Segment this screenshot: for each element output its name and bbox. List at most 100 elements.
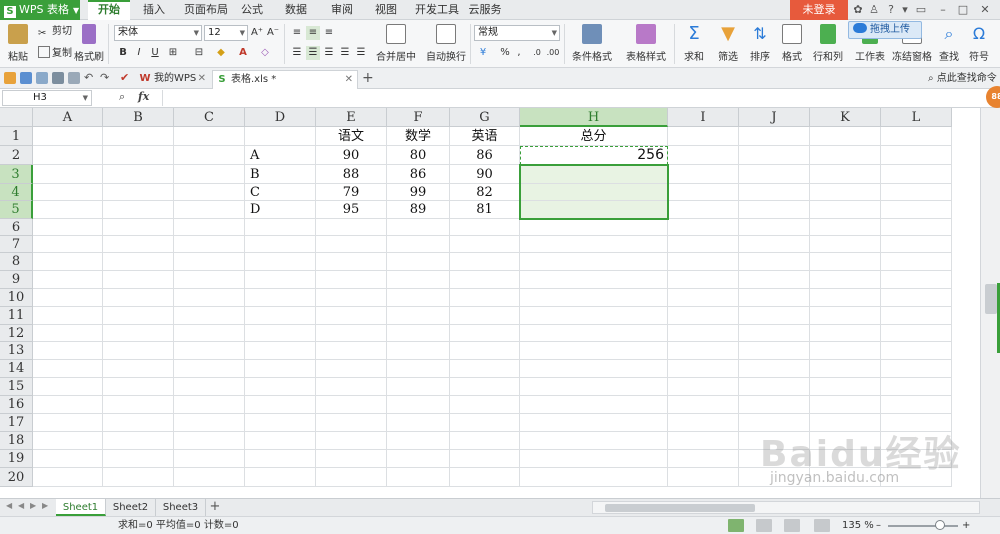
cell-b7[interactable] <box>103 236 174 253</box>
cell-c17[interactable] <box>174 414 245 432</box>
conditional-format-button[interactable]: 条件格式 <box>566 24 618 66</box>
cell-k12[interactable] <box>810 325 881 342</box>
italic-icon[interactable]: I <box>132 46 146 60</box>
cell-f6[interactable] <box>387 219 450 236</box>
cell-j13[interactable] <box>739 342 810 360</box>
cell-f17[interactable] <box>387 414 450 432</box>
cell-j5[interactable] <box>739 201 810 219</box>
tab-view[interactable]: 视图 <box>370 0 402 20</box>
font-name-select[interactable]: 宋体 ▼ <box>114 25 202 41</box>
row-header-15[interactable]: 15 <box>0 378 33 396</box>
cell-k11[interactable] <box>810 307 881 325</box>
cell-i5[interactable] <box>668 201 739 219</box>
cell-i13[interactable] <box>668 342 739 360</box>
cell-h11[interactable] <box>520 307 668 325</box>
cell-c8[interactable] <box>174 253 245 271</box>
cell-d5[interactable]: D <box>245 201 316 219</box>
decrease-decimal-icon[interactable]: .00 <box>546 46 560 60</box>
cell-j3[interactable] <box>739 165 810 184</box>
paste-button[interactable]: 粘贴 <box>2 24 34 66</box>
cell-b20[interactable] <box>103 468 174 487</box>
cell-d11[interactable] <box>245 307 316 325</box>
cell-h6[interactable] <box>520 219 668 236</box>
align-top-icon[interactable]: ≡ <box>290 26 304 40</box>
cell-h16[interactable] <box>520 396 668 414</box>
cell-f12[interactable] <box>387 325 450 342</box>
cell-l2[interactable] <box>881 146 952 165</box>
cell-i1[interactable] <box>668 127 739 146</box>
normal-view-icon[interactable] <box>728 519 744 532</box>
cell-j10[interactable] <box>739 289 810 307</box>
new-tab-icon[interactable]: + <box>362 71 374 85</box>
cell-i3[interactable] <box>668 165 739 184</box>
cell-a9[interactable] <box>33 271 103 289</box>
cell-a18[interactable] <box>33 432 103 450</box>
eye-protect-icon[interactable] <box>814 519 830 532</box>
cell-e17[interactable] <box>316 414 387 432</box>
cell-b8[interactable] <box>103 253 174 271</box>
column-header-f[interactable]: F <box>387 108 450 127</box>
restore-icon[interactable]: ▭ <box>914 2 928 18</box>
skin-icon[interactable]: ✿ <box>852 2 864 18</box>
currency-icon[interactable]: ¥ <box>476 46 490 60</box>
cell-e2[interactable]: 90 <box>316 146 387 165</box>
column-header-i[interactable]: I <box>668 108 739 127</box>
cell-f18[interactable] <box>387 432 450 450</box>
wrap-text-button[interactable]: 自动换行 <box>422 24 470 66</box>
tab-data[interactable]: 数据 <box>280 0 312 20</box>
first-sheet-icon[interactable]: ◀ <box>6 501 16 510</box>
filter-button[interactable]: ▼ 筛选 <box>712 24 744 66</box>
cell-b1[interactable] <box>103 127 174 146</box>
cell-e5[interactable]: 95 <box>316 201 387 219</box>
row-header-12[interactable]: 12 <box>0 325 33 342</box>
cell-d8[interactable] <box>245 253 316 271</box>
cell-a5[interactable] <box>33 201 103 219</box>
column-header-a[interactable]: A <box>33 108 103 127</box>
cell-f9[interactable] <box>387 271 450 289</box>
cell-g17[interactable] <box>450 414 520 432</box>
cell-h5[interactable] <box>520 201 668 219</box>
column-header-l[interactable]: L <box>881 108 952 127</box>
cell-d3[interactable]: B <box>245 165 316 184</box>
cell-a16[interactable] <box>33 396 103 414</box>
cell-l12[interactable] <box>881 325 952 342</box>
help-icon[interactable]: ? <box>884 2 898 18</box>
cell-i14[interactable] <box>668 360 739 378</box>
row-header-5[interactable]: 5 <box>0 201 33 219</box>
row-header-6[interactable]: 6 <box>0 219 33 236</box>
cell-e16[interactable] <box>316 396 387 414</box>
cell-c14[interactable] <box>174 360 245 378</box>
select-all-corner[interactable] <box>0 108 33 127</box>
cell-k16[interactable] <box>810 396 881 414</box>
cell-k1[interactable] <box>810 127 881 146</box>
print-icon[interactable] <box>52 72 64 84</box>
cut-button[interactable]: ✂ 剪切 <box>38 25 72 39</box>
cell-e10[interactable] <box>316 289 387 307</box>
row-header-11[interactable]: 11 <box>0 307 33 325</box>
cell-k7[interactable] <box>810 236 881 253</box>
cell-d10[interactable] <box>245 289 316 307</box>
percent-icon[interactable]: % <box>498 46 512 60</box>
font-color-icon[interactable]: A <box>236 46 250 60</box>
cell-b17[interactable] <box>103 414 174 432</box>
cell-b3[interactable] <box>103 165 174 184</box>
cell-g14[interactable] <box>450 360 520 378</box>
increase-decimal-icon[interactable]: .0 <box>530 46 544 60</box>
tab-cloud[interactable]: 云服务 <box>466 0 504 20</box>
cell-e9[interactable] <box>316 271 387 289</box>
maximize-icon[interactable]: □ <box>956 2 970 18</box>
row-header-20[interactable]: 20 <box>0 468 33 487</box>
border-icon[interactable]: ⊞ <box>166 46 180 60</box>
zoom-slider[interactable] <box>888 525 958 527</box>
pin-icon[interactable]: ✔ <box>120 72 132 84</box>
redo-icon[interactable]: ↷ <box>100 72 112 84</box>
cell-i17[interactable] <box>668 414 739 432</box>
column-header-h[interactable]: H <box>520 108 668 127</box>
cell-g5[interactable]: 81 <box>450 201 520 219</box>
cell-j11[interactable] <box>739 307 810 325</box>
export-icon[interactable] <box>36 72 48 84</box>
cell-d13[interactable] <box>245 342 316 360</box>
row-header-10[interactable]: 10 <box>0 289 33 307</box>
column-header-e[interactable]: E <box>316 108 387 127</box>
sheet-tab-2[interactable]: Sheet2 <box>106 499 156 516</box>
